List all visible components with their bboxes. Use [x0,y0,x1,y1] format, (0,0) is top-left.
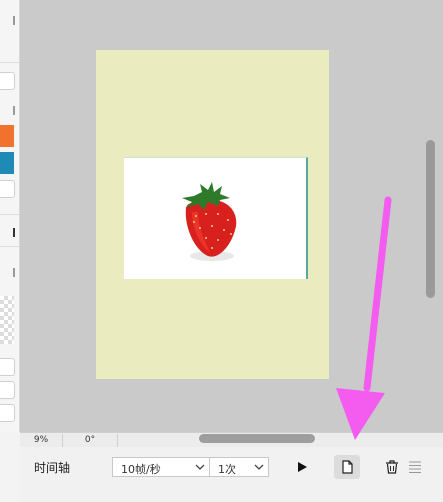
new-frame-button[interactable] [334,455,360,479]
loop-select[interactable]: 1次 [209,457,269,477]
timeline-menu-button[interactable] [408,458,422,476]
transparency-swatch[interactable] [0,296,14,344]
loop-value: 1次 [218,463,236,476]
zoom-level[interactable]: 9% [20,434,63,447]
delete-frame-button[interactable] [384,456,400,478]
color-swatch-blue[interactable] [0,152,14,174]
fps-value: 10帧/秒 [121,463,161,476]
artboard[interactable] [96,50,329,379]
image-layer[interactable] [124,157,308,279]
panel-collapse-icon[interactable] [13,16,15,25]
panel-collapse-icon[interactable] [13,268,15,277]
chevron-down-icon [254,464,264,470]
property-field[interactable] [0,404,15,422]
fps-select[interactable]: 10帧/秒 [112,457,210,477]
trash-icon [386,460,398,474]
timeline-label: 时间轴 [34,461,71,475]
color-swatch-orange[interactable] [0,125,14,147]
play-button[interactable] [292,456,312,478]
panel-marker [13,228,15,237]
property-field[interactable] [0,381,15,399]
property-field[interactable] [0,358,15,376]
menu-lines-icon [409,461,421,473]
property-field[interactable] [0,72,15,90]
chevron-down-icon [195,464,205,470]
timeline-bar: 时间轴 10帧/秒 1次 [20,447,443,502]
strawberry-image [182,182,237,261]
play-icon [298,462,307,472]
canvas-area[interactable] [20,0,443,432]
horizontal-scrollbar[interactable] [199,434,315,443]
new-frame-icon [342,460,353,474]
left-properties-panel [0,0,20,432]
rotation-angle[interactable]: 0° [63,434,118,447]
vertical-scrollbar[interactable] [426,140,435,298]
checkbox[interactable] [13,106,15,115]
property-field[interactable] [0,180,15,198]
